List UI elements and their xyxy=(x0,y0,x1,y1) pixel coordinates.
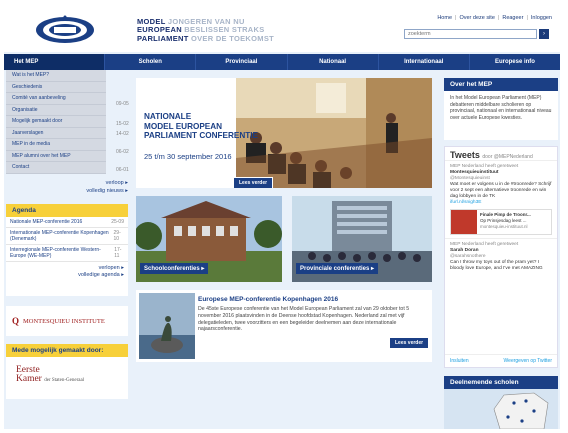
main-nav: Het MEP Scholen Provinciaal Nationaal In… xyxy=(4,54,560,70)
site-logo-text[interactable]: MODEL JONGEREN VAN NU EUROPEAN BESLISSEN… xyxy=(137,17,274,43)
little-mermaid-photo xyxy=(139,293,195,359)
dropdown-item[interactable]: Geschiedenis xyxy=(6,82,106,93)
over-het-mep-box: Over het MEP In het Model European Parli… xyxy=(444,78,558,140)
dropdown-item[interactable]: MEP alumni over het MEP xyxy=(6,151,106,162)
provincial-conferences-label[interactable]: Provinciale conferenties ▸ xyxy=(296,263,379,274)
over-het-mep-text: In het Model European Parliament (MEP) d… xyxy=(450,95,552,121)
news-all-link[interactable]: volledig nieuws ▸ xyxy=(44,188,128,194)
conference-photo xyxy=(236,78,432,188)
news-date: 15-02 xyxy=(116,121,129,127)
agenda-box: Agenda Nationale MEP-conferentie 2016 25-… xyxy=(6,204,128,296)
tweet-text: Wat moet er volgens u in de #troonrede? … xyxy=(450,182,552,199)
sponsor-box: Mede mogelijk gemaakt door: Eerste Kamer… xyxy=(6,344,128,399)
dropdown-item[interactable]: Wat is het MEP? xyxy=(6,70,106,82)
tweet-card-image xyxy=(451,210,477,234)
het-mep-dropdown: Wat is het MEP? Geschiedenis Comité van … xyxy=(6,70,106,174)
netherlands-map[interactable] xyxy=(444,389,558,429)
article-card: Europese MEP-conferentie Kopenhagen 2016… xyxy=(136,290,432,362)
agenda-row[interactable]: Nationale MEP-conferentie 2016 25-09 xyxy=(6,217,128,228)
tweet-link[interactable]: ifurl.nl/snigh3E xyxy=(450,200,552,206)
participating-schools-title: Deelnemende scholen xyxy=(444,376,558,389)
tweet-card[interactable]: Finale Pimp de Troonr... Op Prinsjesdag l… xyxy=(450,209,552,235)
tweet-item[interactable]: MEP Nederland heeft geretweet Sarah Dora… xyxy=(445,238,557,275)
news-date: 14-02 xyxy=(116,131,129,137)
news-date: 09-05 xyxy=(116,101,129,107)
tweet-text: Can I throw my toys out of the pram yet?… xyxy=(450,260,543,271)
agenda-row[interactable]: Internationale MEP-conferentie Kopenhage… xyxy=(6,228,128,245)
nav-europese-info[interactable]: Europese info xyxy=(470,54,560,70)
dropdown-item[interactable]: Organisatie xyxy=(6,105,106,116)
dropdown-item[interactable]: Jaarverslagen xyxy=(6,128,106,139)
tweet-item[interactable]: MEP Nederland heeft geretweet Montesquie… xyxy=(445,160,557,238)
school-conferences-label[interactable]: Schoolconferenties ▸ xyxy=(140,263,209,274)
search-input[interactable] xyxy=(404,29,537,39)
toplink-home[interactable]: Home xyxy=(437,15,452,21)
school-conferences-card[interactable]: Schoolconferenties ▸ xyxy=(136,196,282,282)
tweets-header: Tweets door @MEPNederland xyxy=(450,150,533,160)
agenda-all-link[interactable]: volledige agenda ▸ xyxy=(6,271,128,279)
provincial-conferences-card[interactable]: Provinciale conferenties ▸ xyxy=(292,196,432,282)
news-date: 06-01 xyxy=(116,167,129,173)
nav-scholen[interactable]: Scholen xyxy=(105,54,197,70)
mep-emblem-icon xyxy=(36,15,94,43)
twitter-widget: Tweets door @MEPNederland MEP Nederland … xyxy=(444,146,558,368)
hero-date: 25 t/m 30 september 2016 xyxy=(144,152,232,161)
over-het-mep-title: Over het MEP xyxy=(444,78,558,91)
article-read-more-button[interactable]: Lees verder xyxy=(389,337,430,349)
toplink-about[interactable]: Over deze site xyxy=(459,15,494,21)
view-on-twitter-link[interactable]: Weergeven op Twitter xyxy=(504,358,552,364)
toplink-login[interactable]: Inloggen xyxy=(531,15,552,21)
nav-internationaal[interactable]: Internationaal xyxy=(379,54,470,70)
dropdown-item[interactable]: MEP in de media xyxy=(6,139,106,151)
hero-banner[interactable]: NATIONALE MODEL EUROPEAN PARLIAMENT CONFER… xyxy=(136,78,432,188)
toplink-reageer[interactable]: Reageer xyxy=(502,15,523,21)
page: MODEL JONGEREN VAN NU EUROPEAN BESLISSEN… xyxy=(4,4,560,429)
news-date: 06-02 xyxy=(116,149,129,155)
participating-schools-box: Deelnemende scholen xyxy=(444,376,558,429)
agenda-row[interactable]: Interregionale MEP-conferentie Western-E… xyxy=(6,245,128,262)
hero-read-more-button[interactable]: Lees verder xyxy=(233,177,274,188)
dropdown-item[interactable]: Mogelijk gemaakt door xyxy=(6,116,106,128)
tweets-footer: Insluiten Weergeven op Twitter xyxy=(445,354,557,367)
top-links: Home | Over deze site | Reageer | Inloggen xyxy=(437,15,552,21)
agenda-more-link[interactable]: verlopen ▸ xyxy=(6,262,128,271)
sponsor-title: Mede mogelijk gemaakt door: xyxy=(6,344,128,357)
news-dates: 09-05 15-02 14-02 06-02 06-01 xyxy=(116,99,134,175)
montesquieu-logo[interactable]: Q MONTESQUIEU INSTITUTE xyxy=(6,306,128,336)
article-body: De 45ste Europese conferentie van het Mo… xyxy=(198,306,410,333)
dropdown-item[interactable]: Contact xyxy=(6,162,106,174)
news-more-link[interactable]: verloop ▸ xyxy=(64,180,128,186)
nav-het-mep[interactable]: Het MEP xyxy=(4,54,106,70)
article-title[interactable]: Europese MEP-conferentie Kopenhagen 2016 xyxy=(198,296,338,303)
search-button[interactable]: › xyxy=(539,29,549,39)
eerste-kamer-logo[interactable]: Eerste Kamer der Staten-Generaal xyxy=(16,365,84,385)
nav-provinciaal[interactable]: Provinciaal xyxy=(196,54,288,70)
hero-title: NATIONALE MODEL EUROPEAN PARLIAMENT CONFER… xyxy=(144,112,259,140)
agenda-title: Agenda xyxy=(6,204,128,217)
embed-link[interactable]: Insluiten xyxy=(450,358,469,364)
header: MODEL JONGEREN VAN NU EUROPEAN BESLISSEN… xyxy=(4,4,560,52)
nav-nationaal[interactable]: Nationaal xyxy=(288,54,379,70)
dropdown-item[interactable]: Comité van aanbeveling xyxy=(6,93,106,105)
